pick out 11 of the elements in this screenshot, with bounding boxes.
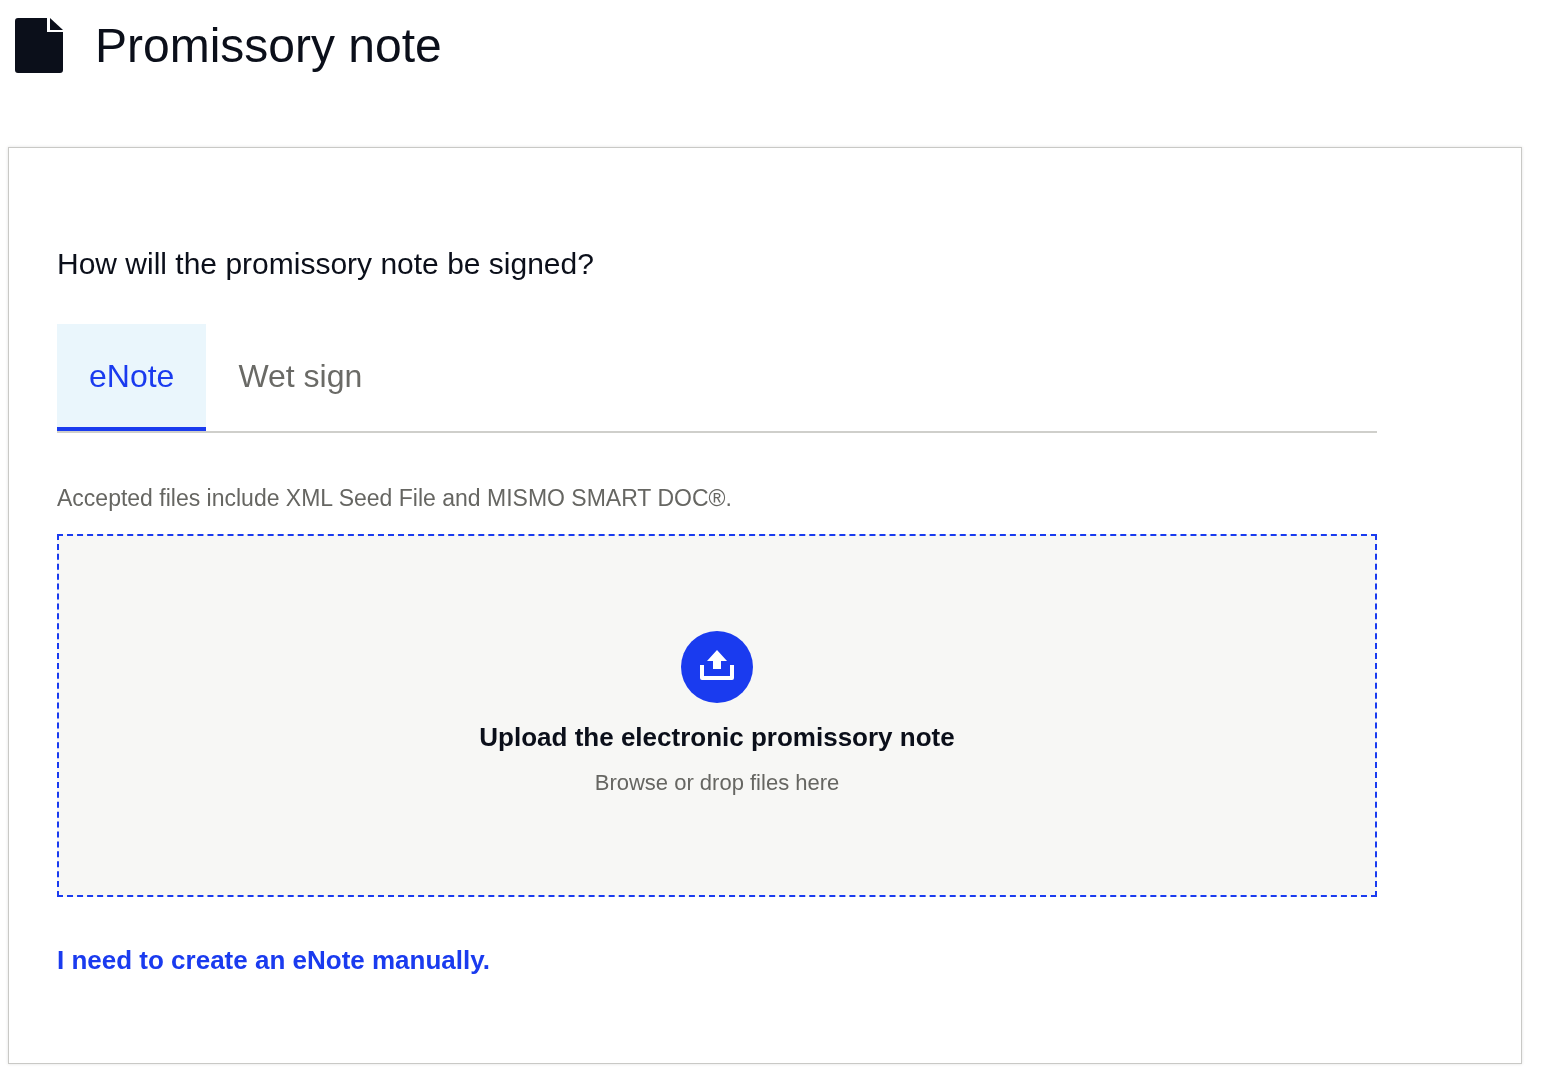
upload-icon [681, 631, 753, 703]
dropzone-subtitle: Browse or drop files here [594, 769, 840, 797]
signing-tab[interactable]: Wet sign [206, 324, 395, 431]
create-enote-link[interactable]: I need to create an eNote manually. [57, 944, 490, 976]
page-title: Promissory note [95, 18, 442, 73]
question-text: How will the promissory note be signed? [57, 246, 595, 282]
upload-dropzone[interactable]: Upload the electronic promissory note Browse or drop files here [57, 534, 1377, 897]
accepted-files-text: Accepted files include XML Seed File and MISMO SMART DOC®. [57, 484, 733, 513]
document-icon [15, 18, 63, 73]
dropzone-title: Upload the electronic promissory note [479, 721, 955, 753]
signing-tab[interactable]: eNote [57, 324, 207, 431]
